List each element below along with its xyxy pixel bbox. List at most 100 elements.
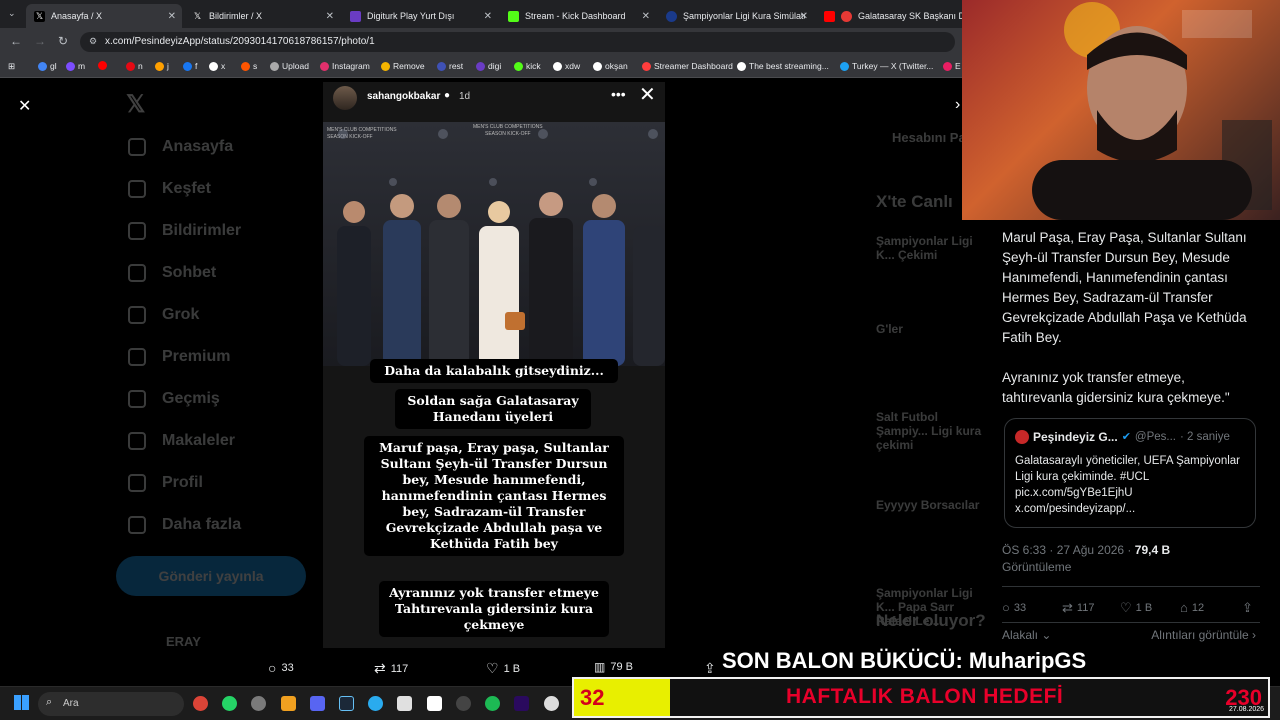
bookmark-item[interactable]: Streamer Dashboard [642,61,733,71]
premiere-icon[interactable] [514,696,529,711]
story-image[interactable]: sahangokbakar ● 1d ••• ✕ MEN'S CLUB COMP… [323,82,665,648]
bookmark-item[interactable]: Instagram [320,61,370,71]
apps-icon[interactable]: ⊞ [8,61,15,72]
sidebar-item[interactable]: Geçmiş [128,390,220,408]
reload-icon[interactable]: ↻ [58,34,68,48]
start-icon[interactable] [14,695,29,710]
sidebar-item[interactable]: Premium [128,348,230,366]
sidebar-item-label: Keşfet [162,180,211,198]
tab-ucl-simulator[interactable]: Şampiyonlar Ligi Kura Simülatö ✕ [658,4,814,28]
sidebar-item[interactable]: Anasayfa [128,138,233,156]
sidebar-item[interactable]: Grok [128,306,199,324]
repost-count: 117 [390,662,409,675]
chrome-icon[interactable] [193,696,208,711]
tweet-timestamp[interactable]: ÖS 6:33 · 27 Ağu 2026 · [1002,543,1135,557]
close-lightbox-icon[interactable]: ✕ [18,96,31,116]
tab-notifications[interactable]: 𝕏 Bildirimler / X ✕ [184,4,340,28]
bookmark-item[interactable]: j [155,61,169,71]
trend-item[interactable]: Eyyyyy Borsacılar [876,498,990,512]
chatgpt-icon[interactable] [544,696,559,711]
bookmark-item[interactable] [98,61,110,70]
url-field[interactable]: ⚙ x.com/PesindeyizApp/status/20930141706… [80,32,955,52]
back-icon[interactable]: ← [10,34,22,48]
bookmark-item[interactable]: kick [514,61,541,71]
sidebar-item[interactable]: Daha fazla [128,516,241,534]
like-button[interactable]: ♡ 1 B [486,660,520,677]
sidebar-item[interactable]: Makaleler [128,432,235,450]
quote-name[interactable]: Peşindeyiz G... [1033,429,1118,445]
bookmark-item[interactable]: x [209,61,225,71]
trend-item[interactable]: G'ler [876,322,990,336]
whatsapp-icon[interactable] [222,696,237,711]
bookmark-item[interactable]: n [126,61,143,71]
close-icon[interactable]: ✕ [484,11,492,22]
app-icon[interactable] [456,696,471,711]
bookmark-button[interactable]: ⌂ 12 [1180,600,1204,615]
bookmark-item[interactable]: Turkey — X (Twitter... [840,61,933,71]
bookmark-item[interactable]: s [241,61,257,71]
post-button[interactable]: Gönderi yayınla [116,556,306,596]
like-button[interactable]: ♡ 1 B [1120,600,1152,616]
views-button[interactable]: ▥ 79 B [594,660,633,674]
reply-button[interactable]: ○ 33 [268,660,294,676]
bookmark-item[interactable]: Upload [270,61,309,71]
tab-kick-dashboard[interactable]: Stream - Kick Dashboard ✕ [500,4,656,28]
close-icon[interactable]: ✕ [168,11,176,22]
discord-icon[interactable] [310,696,325,711]
sidebar-item[interactable]: Sohbet [128,264,216,282]
goal-current: 32 [580,685,605,710]
taskbar-search[interactable]: ⌕ Ara [38,692,184,716]
close-icon[interactable]: ✕ [800,11,808,22]
trend-item[interactable]: Salt Futbol Şampiy... Ligi kura çekimi [876,410,990,452]
quote-tweet[interactable]: Peşindeyiz G... ✔ @Pes... · 2 saniye Gal… [1004,418,1256,528]
tab-label: Stream - Kick Dashboard [525,11,626,21]
bookmark-item[interactable]: The best streaming... [737,61,829,71]
repost-button[interactable]: ⇄ 117 [1062,600,1094,616]
share-button[interactable]: ⇪ [704,660,716,677]
like-count: 1 B [1135,602,1153,614]
tab-list-icon[interactable]: ⌄ [8,8,16,19]
close-icon[interactable]: ✕ [642,11,650,22]
bookmark-label: E [955,61,961,71]
site-info-icon[interactable]: ⚙ [89,36,97,47]
views-count: 79,4 B [1134,543,1171,557]
bookmark-item[interactable]: f [183,61,197,71]
trend-item[interactable]: Şampiyonlar Ligi K... Çekimi [876,234,990,262]
close-icon[interactable]: ✕ [639,82,656,107]
repost-button[interactable]: ⇄ 117 [374,660,408,677]
quotes-link[interactable]: Alıntıları görüntüle › [1151,628,1256,642]
share-button[interactable]: ⇪ [1242,600,1253,616]
bookmark-item[interactable]: okşan [593,61,628,71]
avatar[interactable] [333,86,357,110]
telegram-icon[interactable] [368,696,383,711]
quote-time: · 2 saniye [1180,431,1230,443]
ucl-icon [666,10,677,22]
bookmark-item[interactable]: m [66,61,85,71]
steam-icon[interactable] [339,696,354,711]
bookmark-item[interactable]: E [943,61,961,71]
sidebar-item[interactable]: Profil [128,474,203,492]
capcut-icon[interactable] [427,696,442,711]
bookmark-item[interactable]: Remove [381,61,425,71]
bookmark-item[interactable]: digi [476,61,501,71]
bookmark-item[interactable]: gl [38,61,57,71]
spotify-icon[interactable] [485,696,500,711]
settings-icon[interactable] [251,696,266,711]
app-icon[interactable] [397,696,412,711]
forward-icon[interactable]: → [34,34,46,48]
reply-button[interactable]: ○ 33 [1002,600,1026,615]
bookmark-item[interactable]: xdw [553,61,580,71]
account-name[interactable]: ERAY [166,634,201,649]
bookmark-item[interactable]: rest [437,61,463,71]
sidebar-item[interactable]: Bildirimler [128,222,241,240]
tab-digiturk[interactable]: Digiturk Play Yurt Dışı ✕ [342,4,498,28]
tab-home[interactable]: 𝕏 Anasayfa / X ✕ [26,4,182,28]
close-icon[interactable]: ✕ [326,11,334,22]
app-icon[interactable] [281,696,296,711]
sort-dropdown[interactable]: Alakalı ⌄ [1002,628,1051,642]
sidebar-item[interactable]: Keşfet [128,180,211,198]
story-username[interactable]: sahangokbakar [367,91,440,102]
tab-youtube[interactable]: Galatasaray SK Başkanı Dun [816,4,962,28]
sidebar-item-label: Sohbet [162,264,217,282]
more-options-icon[interactable]: ••• [611,86,626,102]
